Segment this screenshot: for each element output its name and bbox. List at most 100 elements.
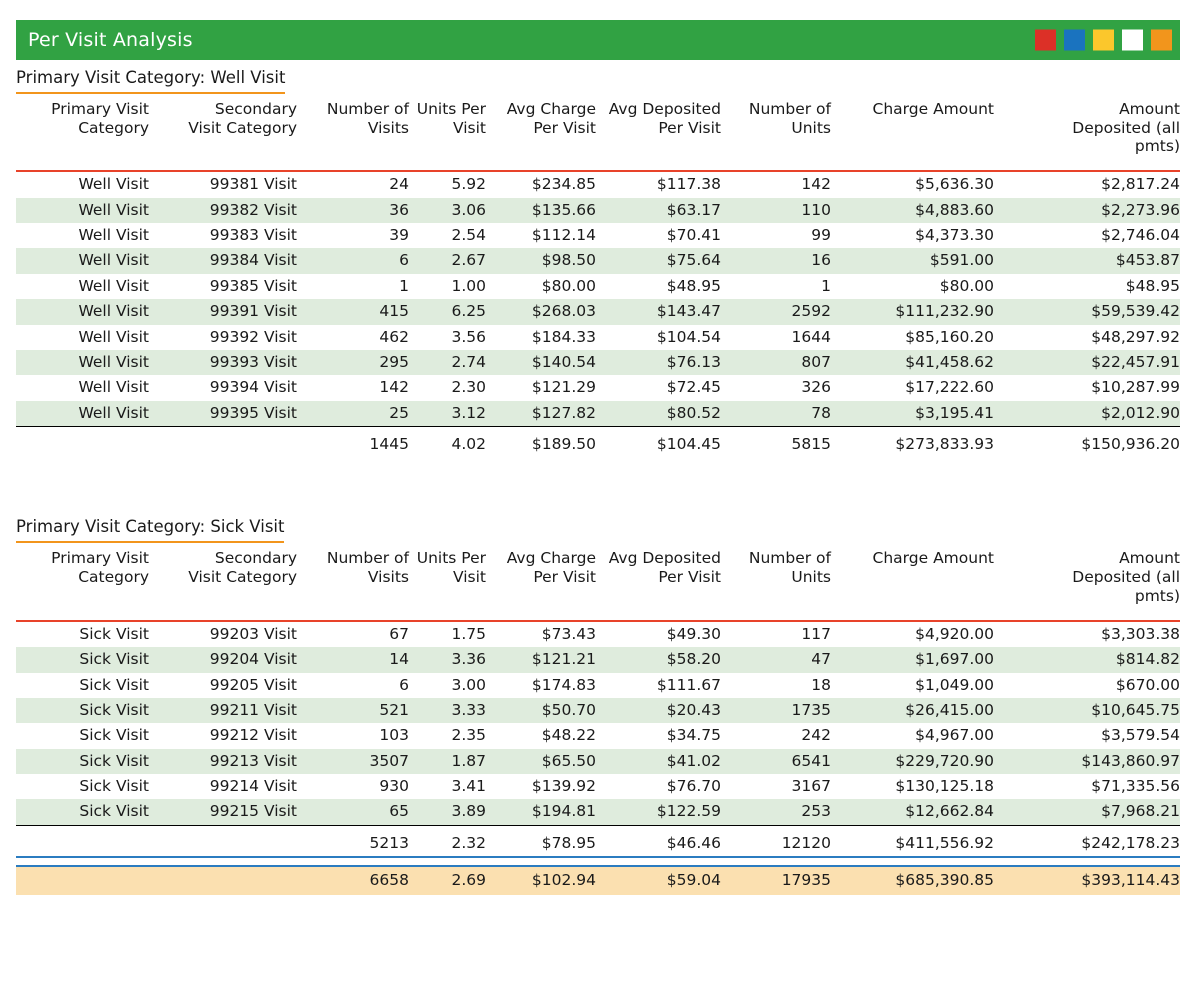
cell-units-per-visit: 3.41 [409, 774, 486, 799]
cell-avg-deposited-per-visit: $76.13 [596, 350, 721, 375]
cell-primary-visit-category: Well Visit [16, 223, 149, 248]
table-header-row: Primary VisitCategorySecondaryVisit Cate… [16, 98, 1180, 159]
cell-units-per-visit: 2.30 [409, 375, 486, 400]
cell-secondary-visit-category: 99204 Visit [149, 647, 297, 672]
subtotal-secondary-visit-category [149, 432, 297, 457]
subtotal-number-of-visits: 1445 [297, 432, 409, 457]
cell-amount-deposited: $10,645.75 [994, 698, 1180, 723]
cell-number-of-visits: 1 [297, 274, 409, 299]
cell-avg-charge-per-visit: $121.29 [486, 375, 596, 400]
cell-charge-amount: $3,195.41 [831, 401, 994, 427]
swatch-white [1122, 30, 1143, 51]
table-row[interactable]: Sick Visit99205 Visit63.00$174.83$111.67… [16, 673, 1180, 698]
cell-avg-charge-per-visit: $73.43 [486, 621, 596, 647]
cell-primary-visit-category: Sick Visit [16, 673, 149, 698]
cell-amount-deposited: $2,817.24 [994, 171, 1180, 197]
swatch-yellow [1093, 30, 1114, 51]
cell-avg-charge-per-visit: $268.03 [486, 299, 596, 324]
table-row[interactable]: Sick Visit99213 Visit35071.87$65.50$41.0… [16, 749, 1180, 774]
grand-total-avg-charge-per-visit: $102.94 [486, 866, 596, 894]
cell-avg-deposited-per-visit: $48.95 [596, 274, 721, 299]
cell-charge-amount: $5,636.30 [831, 171, 994, 197]
table-row[interactable]: Well Visit99381 Visit245.92$234.85$117.3… [16, 171, 1180, 197]
cell-charge-amount: $26,415.00 [831, 698, 994, 723]
column-header-avg-charge-per-visit: Avg ChargePer Visit [486, 547, 596, 608]
cell-avg-deposited-per-visit: $34.75 [596, 723, 721, 748]
subtotal-primary-visit-category [16, 831, 149, 857]
cell-number-of-visits: 65 [297, 799, 409, 825]
page-title: Per Visit Analysis [16, 31, 193, 50]
cell-number-of-visits: 14 [297, 647, 409, 672]
table-row[interactable]: Sick Visit99211 Visit5213.33$50.70$20.43… [16, 698, 1180, 723]
cell-charge-amount: $41,458.62 [831, 350, 994, 375]
column-header-number-of-units: Number ofUnits [721, 98, 831, 159]
cell-avg-deposited-per-visit: $75.64 [596, 248, 721, 273]
table-row[interactable]: Well Visit99391 Visit4156.25$268.03$143.… [16, 299, 1180, 324]
table-row[interactable]: Well Visit99383 Visit392.54$112.14$70.41… [16, 223, 1180, 248]
grand-total-amount-deposited: $393,114.43 [994, 866, 1180, 894]
table-row[interactable]: Well Visit99384 Visit62.67$98.50$75.6416… [16, 248, 1180, 273]
cell-avg-deposited-per-visit: $49.30 [596, 621, 721, 647]
table-row[interactable]: Well Visit99392 Visit4623.56$184.33$104.… [16, 325, 1180, 350]
cell-number-of-units: 1735 [721, 698, 831, 723]
header-rule-cell [16, 158, 1180, 171]
cell-avg-charge-per-visit: $121.21 [486, 647, 596, 672]
cell-amount-deposited: $670.00 [994, 673, 1180, 698]
cell-avg-charge-per-visit: $80.00 [486, 274, 596, 299]
cell-amount-deposited: $814.82 [994, 647, 1180, 672]
cell-number-of-visits: 25 [297, 401, 409, 427]
cell-number-of-visits: 39 [297, 223, 409, 248]
cell-secondary-visit-category: 99203 Visit [149, 621, 297, 647]
table-row[interactable]: Well Visit99382 Visit363.06$135.66$63.17… [16, 198, 1180, 223]
cell-charge-amount: $130,125.18 [831, 774, 994, 799]
column-header-charge-amount: Charge Amount [831, 98, 994, 159]
cell-units-per-visit: 1.00 [409, 274, 486, 299]
table-row[interactable]: Sick Visit99203 Visit671.75$73.43$49.301… [16, 621, 1180, 647]
column-header-secondary-visit-category: SecondaryVisit Category [149, 98, 297, 159]
table-row[interactable]: Well Visit99393 Visit2952.74$140.54$76.1… [16, 350, 1180, 375]
column-header-secondary-visit-category: SecondaryVisit Category [149, 547, 297, 608]
cell-primary-visit-category: Well Visit [16, 171, 149, 197]
table-row[interactable]: Well Visit99395 Visit253.12$127.82$80.52… [16, 401, 1180, 427]
cell-amount-deposited: $2,012.90 [994, 401, 1180, 427]
table-row[interactable]: Well Visit99385 Visit11.00$80.00$48.951$… [16, 274, 1180, 299]
table-row[interactable]: Sick Visit99204 Visit143.36$121.21$58.20… [16, 647, 1180, 672]
cell-avg-deposited-per-visit: $80.52 [596, 401, 721, 427]
cell-charge-amount: $80.00 [831, 274, 994, 299]
cell-units-per-visit: 1.75 [409, 621, 486, 647]
subtotal-number-of-visits: 5213 [297, 831, 409, 857]
cell-number-of-visits: 521 [297, 698, 409, 723]
subtotal-primary-visit-category [16, 432, 149, 457]
per-visit-table: Primary VisitCategorySecondaryVisit Cate… [16, 547, 1180, 894]
grand-total-units-per-visit: 2.69 [409, 866, 486, 894]
cell-units-per-visit: 2.74 [409, 350, 486, 375]
cell-avg-deposited-per-visit: $111.67 [596, 673, 721, 698]
table-row[interactable]: Sick Visit99214 Visit9303.41$139.92$76.7… [16, 774, 1180, 799]
cell-secondary-visit-category: 99213 Visit [149, 749, 297, 774]
cell-number-of-units: 16 [721, 248, 831, 273]
header-rule [16, 608, 1180, 621]
cell-avg-deposited-per-visit: $143.47 [596, 299, 721, 324]
cell-number-of-visits: 103 [297, 723, 409, 748]
table-row[interactable]: Sick Visit99215 Visit653.89$194.81$122.5… [16, 799, 1180, 825]
cell-number-of-visits: 6 [297, 673, 409, 698]
cell-number-of-visits: 67 [297, 621, 409, 647]
cell-avg-charge-per-visit: $139.92 [486, 774, 596, 799]
cell-amount-deposited: $143,860.97 [994, 749, 1180, 774]
cell-avg-charge-per-visit: $98.50 [486, 248, 596, 273]
header-rule [16, 158, 1180, 171]
cell-primary-visit-category: Well Visit [16, 375, 149, 400]
table-row[interactable]: Well Visit99394 Visit1422.30$121.29$72.4… [16, 375, 1180, 400]
cell-primary-visit-category: Well Visit [16, 274, 149, 299]
subtotal-avg-deposited-per-visit: $46.46 [596, 831, 721, 857]
table-row[interactable]: Sick Visit99212 Visit1032.35$48.22$34.75… [16, 723, 1180, 748]
cell-amount-deposited: $48.95 [994, 274, 1180, 299]
report-banner: Per Visit Analysis [16, 20, 1180, 60]
cell-avg-deposited-per-visit: $41.02 [596, 749, 721, 774]
cell-units-per-visit: 2.54 [409, 223, 486, 248]
subtotal-row: 52132.32$78.95$46.4612120$411,556.92$242… [16, 831, 1180, 857]
cell-number-of-visits: 24 [297, 171, 409, 197]
cell-avg-charge-per-visit: $174.83 [486, 673, 596, 698]
grand-total-charge-amount: $685,390.85 [831, 866, 994, 894]
cell-primary-visit-category: Well Visit [16, 198, 149, 223]
